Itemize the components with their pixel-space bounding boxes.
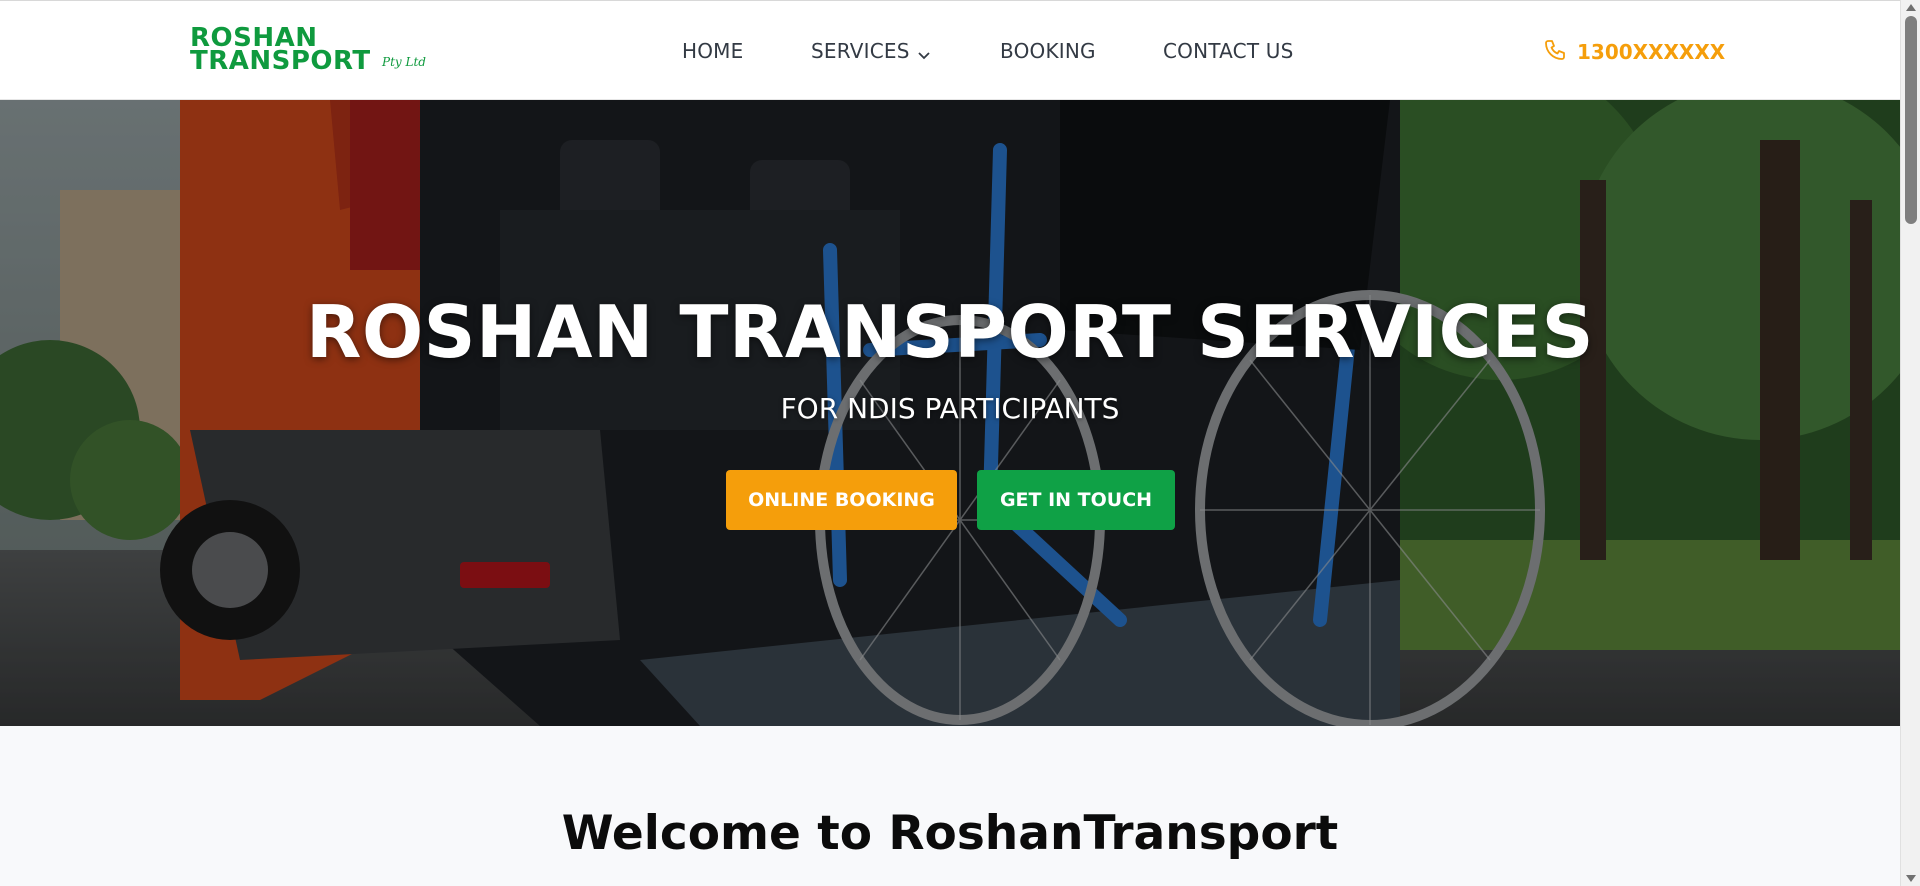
chevron-down-icon <box>917 41 930 65</box>
hero-section: ROSHAN TRANSPORT SERVICES FOR NDIS PARTI… <box>0 100 1900 726</box>
nav-home[interactable]: HOME <box>682 39 743 63</box>
page-scrollbar[interactable] <box>1900 0 1920 886</box>
brand-logo[interactable]: ROSHAN TRANSPORT Pty Ltd <box>190 25 440 77</box>
site-header: ROSHAN TRANSPORT Pty Ltd HOME SERVICES B… <box>0 0 1900 100</box>
hero-subtitle: FOR NDIS PARTICIPANTS <box>780 392 1120 425</box>
get-in-touch-button[interactable]: GET IN TOUCH <box>977 470 1175 530</box>
nav-contact-us[interactable]: CONTACT US <box>1163 39 1294 63</box>
online-booking-button[interactable]: ONLINE BOOKING <box>726 470 957 530</box>
nav-services[interactable]: SERVICES <box>811 39 930 65</box>
phone-icon <box>1543 38 1567 67</box>
scroll-down-arrow-icon[interactable] <box>1906 875 1916 882</box>
hero-title: ROSHAN TRANSPORT SERVICES <box>306 290 1594 374</box>
nav-booking[interactable]: BOOKING <box>1000 39 1096 63</box>
phone-link[interactable]: 1300XXXXXX <box>1543 38 1725 66</box>
scrollbar-thumb[interactable] <box>1905 16 1917 224</box>
brand-suffix: Pty Ltd <box>382 55 426 69</box>
phone-number: 1300XXXXXX <box>1577 40 1726 64</box>
nav-services-label: SERVICES <box>811 39 910 63</box>
welcome-section: Welcome to RoshanTransport <box>0 726 1900 886</box>
welcome-title: Welcome to RoshanTransport <box>561 806 1339 861</box>
scroll-up-arrow-icon[interactable] <box>1906 4 1916 11</box>
